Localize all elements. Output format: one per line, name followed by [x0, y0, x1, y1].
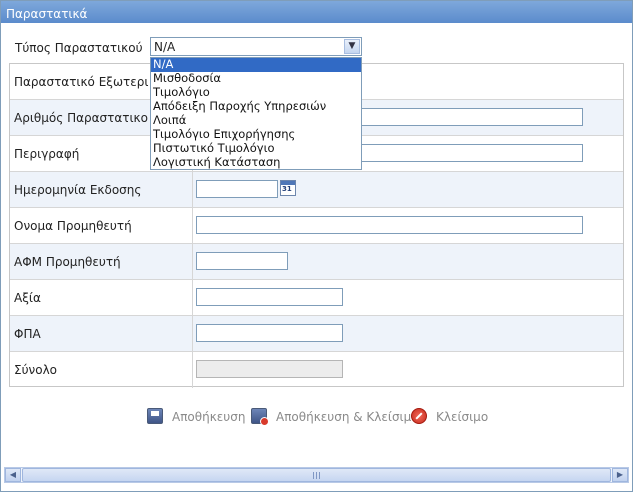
documents-window: Παραστατικά Τύπος Παραστατικού N/A ▼ Παρ… [0, 0, 633, 492]
grip-icon [312, 472, 321, 479]
scrollbar-thumb[interactable] [22, 468, 611, 482]
issue-date-input[interactable] [196, 180, 278, 198]
row-total: Σύνολο [10, 352, 623, 388]
value-input[interactable] [196, 288, 343, 306]
window-title: Παραστατικά [1, 1, 632, 23]
dropdown-option[interactable]: Απόδειξη Παροχής Υπηρεσιών [151, 100, 361, 114]
supplier-vat-label: ΑΦΜ Προμηθευτή [14, 255, 121, 269]
horizontal-scrollbar[interactable]: ◀ ▶ [4, 467, 629, 483]
external-document-label: Παραστατικό Εξωτερι [14, 75, 149, 89]
close-circle-icon [411, 408, 427, 424]
dropdown-option[interactable]: N/A [151, 58, 361, 72]
scroll-left-icon[interactable]: ◀ [5, 468, 21, 482]
dropdown-option[interactable]: Τιμολόγιο [151, 86, 361, 100]
column-divider [192, 172, 193, 208]
row-vat: ΦΠΑ [10, 316, 623, 352]
row-supplier-vat: ΑΦΜ Προμηθευτή [10, 244, 623, 280]
document-type-dropdown: N/A Μισθοδοσία Τιμολόγιο Απόδειξη Παροχή… [150, 57, 362, 170]
description-label: Περιγραφή [14, 147, 80, 161]
scroll-right-icon[interactable]: ▶ [612, 468, 628, 482]
calendar-icon-day: 31 [282, 185, 292, 193]
row-supplier-name: Ονομα Προμηθευτή [10, 208, 623, 244]
dropdown-option[interactable]: Λοιπά [151, 114, 361, 128]
document-type-value: N/A [154, 40, 176, 54]
column-divider [192, 316, 193, 352]
chevron-down-icon[interactable]: ▼ [344, 39, 360, 54]
dropdown-option[interactable]: Πιστωτικό Τιμολόγιο [151, 142, 361, 156]
floppy-disk-icon [147, 408, 163, 424]
row-value: Αξία [10, 280, 623, 316]
document-number-label: Αριθμός Παραστατικο [14, 111, 148, 125]
calendar-icon[interactable]: 31 [280, 180, 296, 196]
vat-input[interactable] [196, 324, 343, 342]
issue-date-label: Ημερομηνία Εκδοσης [14, 183, 142, 197]
dropdown-option[interactable]: Λογιστική Κατάσταση [151, 156, 361, 170]
supplier-name-input[interactable] [196, 216, 583, 234]
save-close-label: Αποθήκευση & Κλείσιμο [276, 410, 419, 424]
floppy-disk-close-icon [251, 408, 269, 426]
vat-label: ΦΠΑ [14, 327, 41, 341]
column-divider [192, 244, 193, 280]
save-label: Αποθήκευση [172, 410, 246, 424]
column-divider [192, 280, 193, 316]
column-divider [192, 208, 193, 244]
total-input [196, 360, 343, 378]
column-divider [192, 352, 193, 388]
document-type-select[interactable]: N/A ▼ [150, 37, 362, 56]
supplier-vat-input[interactable] [196, 252, 288, 270]
dropdown-option[interactable]: Τιμολόγιο Επιχορήγησης [151, 128, 361, 142]
document-type-label: Τύπος Παραστατικού [15, 41, 143, 55]
total-label: Σύνολο [14, 363, 58, 377]
supplier-name-label: Ονομα Προμηθευτή [14, 219, 132, 233]
dropdown-option[interactable]: Μισθοδοσία [151, 72, 361, 86]
value-label: Αξία [14, 291, 41, 305]
row-issue-date: Ημερομηνία Εκδοσης 31 [10, 172, 623, 208]
close-label: Κλείσιμο [436, 410, 489, 424]
